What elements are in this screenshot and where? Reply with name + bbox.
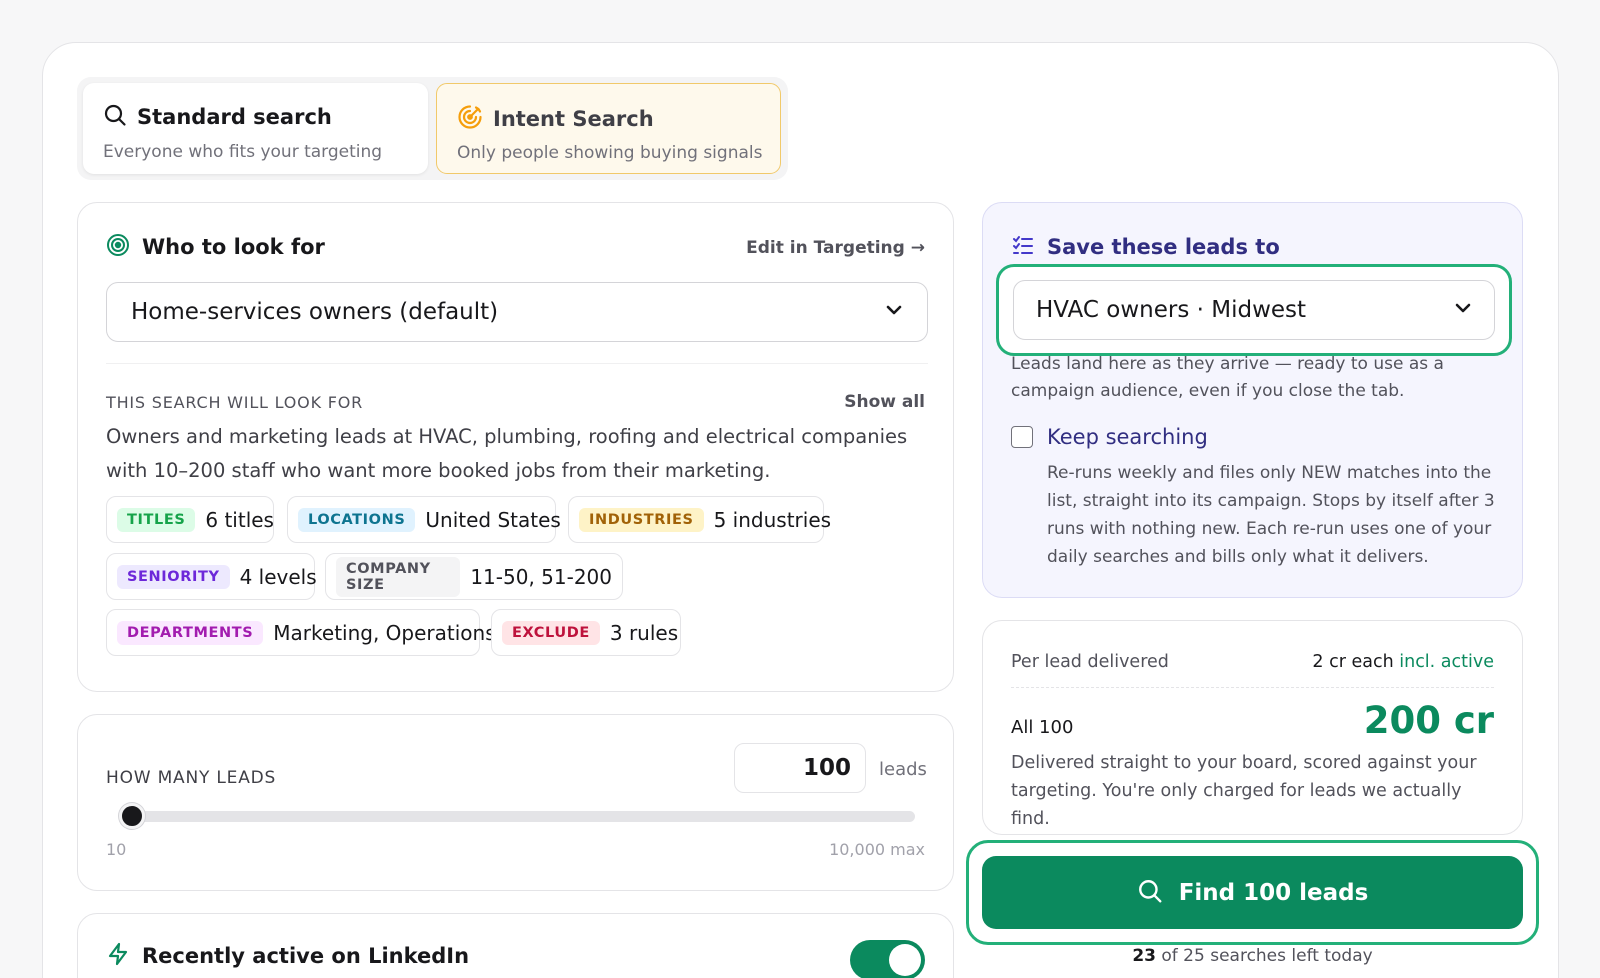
find-leads-button[interactable]: Find 100 leads xyxy=(982,856,1523,929)
edit-in-targeting-link[interactable]: Edit in Targeting → xyxy=(746,238,925,258)
searches-remaining: 23 of 25 searches left today xyxy=(982,946,1523,966)
how-many-caption: HOW MANY LEADS xyxy=(106,768,277,788)
save-title: Save these leads to xyxy=(1047,235,1280,259)
search-summary-description: Owners and marketing leads at HVAC, plum… xyxy=(106,425,908,482)
criteria-chip-company-size[interactable]: COMPANY SIZE 11-50, 51-200 xyxy=(325,553,623,600)
per-lead-note: incl. active xyxy=(1399,652,1494,672)
lead-count-slider-handle[interactable] xyxy=(119,803,146,829)
per-lead-label: Per lead delivered xyxy=(1011,652,1169,672)
tab-standard-search[interactable]: Standard search Everyone who fits your t… xyxy=(83,83,428,174)
recently-active-toggle[interactable] xyxy=(850,940,925,978)
recently-active-card: Recently active on LinkedIn xyxy=(77,913,954,978)
save-hint: Leads land here as they arrive — ready t… xyxy=(1011,354,1444,401)
recently-active-title: Recently active on LinkedIn xyxy=(142,944,470,968)
keep-searching-description: Re-runs weekly and files only NEW matche… xyxy=(1047,463,1495,567)
chevron-down-icon xyxy=(1454,299,1472,321)
dashed-divider xyxy=(1011,687,1494,688)
chevron-down-icon xyxy=(885,301,903,323)
chip-tag: LOCATIONS xyxy=(298,507,416,532)
save-list-focus-ring: HVAC owners · Midwest xyxy=(996,264,1512,356)
audience-select-value: Home-services owners (default) xyxy=(131,299,499,325)
criteria-chip-exclude[interactable]: EXCLUDE 3 rules xyxy=(491,609,681,656)
cost-summary-card: Per lead delivered 2 cr each incl. activ… xyxy=(982,620,1523,835)
lead-count-unit: leads xyxy=(879,759,927,780)
radar-target-icon xyxy=(457,104,483,134)
searches-remaining-text: of 25 searches left today xyxy=(1161,946,1373,966)
chip-tag: TITLES xyxy=(117,507,196,532)
criteria-chip-titles[interactable]: TITLES 6 titles xyxy=(106,496,274,543)
criteria-chip-departments[interactable]: DEPARTMENTS Marketing, Operations xyxy=(106,609,496,656)
criteria-chip-locations[interactable]: LOCATIONS United States xyxy=(287,496,561,543)
chip-value: 6 titles xyxy=(205,507,274,532)
chip-value: Marketing, Operations xyxy=(273,620,496,645)
target-icon xyxy=(106,233,130,261)
lightning-icon xyxy=(106,942,130,970)
total-cost: 200 cr xyxy=(1363,699,1494,742)
cost-description: Delivered straight to your board, scored… xyxy=(1011,753,1477,829)
chip-tag: SENIORITY xyxy=(117,564,230,589)
search-mode-toggle: Standard search Everyone who fits your t… xyxy=(77,77,788,180)
chip-value: United States xyxy=(425,507,561,532)
audience-select[interactable]: Home-services owners (default) xyxy=(106,282,928,342)
find-button-focus-ring: Find 100 leads xyxy=(966,840,1539,945)
chip-tag: INDUSTRIES xyxy=(579,507,704,532)
criteria-chip-seniority[interactable]: SENIORITY 4 levels xyxy=(106,553,317,600)
total-label: All 100 xyxy=(1011,717,1074,738)
tab-intent-title: Intent Search xyxy=(493,107,654,131)
show-all-link[interactable]: Show all xyxy=(844,392,925,412)
slider-min-label: 10 xyxy=(106,840,127,859)
chip-tag: EXCLUDE xyxy=(502,620,600,645)
search-icon xyxy=(103,103,127,131)
divider xyxy=(106,363,928,364)
save-leads-card: Save these leads to HVAC owners · Midwes… xyxy=(982,202,1523,598)
tab-standard-title: Standard search xyxy=(137,105,332,129)
keep-searching-label[interactable]: Keep searching xyxy=(1047,425,1208,449)
searches-count: 23 xyxy=(1132,946,1156,966)
keep-searching-checkbox[interactable] xyxy=(1011,426,1033,448)
lead-count-input[interactable] xyxy=(734,743,866,793)
who-title: Who to look for xyxy=(142,235,325,259)
chip-value: 5 industries xyxy=(713,507,832,532)
lead-count-slider-track[interactable] xyxy=(120,811,915,822)
checklist-icon xyxy=(1011,233,1035,261)
per-lead-value: 2 cr each incl. active xyxy=(1312,652,1494,672)
search-summary-caption: THIS SEARCH WILL LOOK FOR xyxy=(106,393,364,412)
tab-standard-subtitle: Everyone who fits your targeting xyxy=(103,142,383,162)
per-lead-price: 2 cr each xyxy=(1312,652,1394,672)
how-many-leads-card: HOW MANY LEADS leads 10 10,000 max xyxy=(77,714,954,891)
toggle-knob xyxy=(889,944,921,976)
tab-intent-search[interactable]: Intent Search Only people showing buying… xyxy=(436,83,781,174)
slider-max-label: 10,000 max xyxy=(829,840,925,859)
chip-tag: COMPANY SIZE xyxy=(336,556,461,597)
chip-value: 4 levels xyxy=(239,564,317,589)
search-icon xyxy=(1137,878,1163,907)
criteria-chip-industries[interactable]: INDUSTRIES 5 industries xyxy=(568,496,831,543)
save-list-value: HVAC owners · Midwest xyxy=(1036,297,1307,323)
save-list-select[interactable]: HVAC owners · Midwest xyxy=(1013,280,1495,340)
who-to-look-for-card: Who to look for Edit in Targeting → Home… xyxy=(77,202,954,692)
chip-tag: DEPARTMENTS xyxy=(117,620,264,645)
tab-intent-subtitle: Only people showing buying signals xyxy=(457,143,763,163)
chip-value: 11-50, 51-200 xyxy=(470,564,612,589)
chip-value: 3 rules xyxy=(609,620,679,645)
find-leads-label: Find 100 leads xyxy=(1178,879,1369,906)
